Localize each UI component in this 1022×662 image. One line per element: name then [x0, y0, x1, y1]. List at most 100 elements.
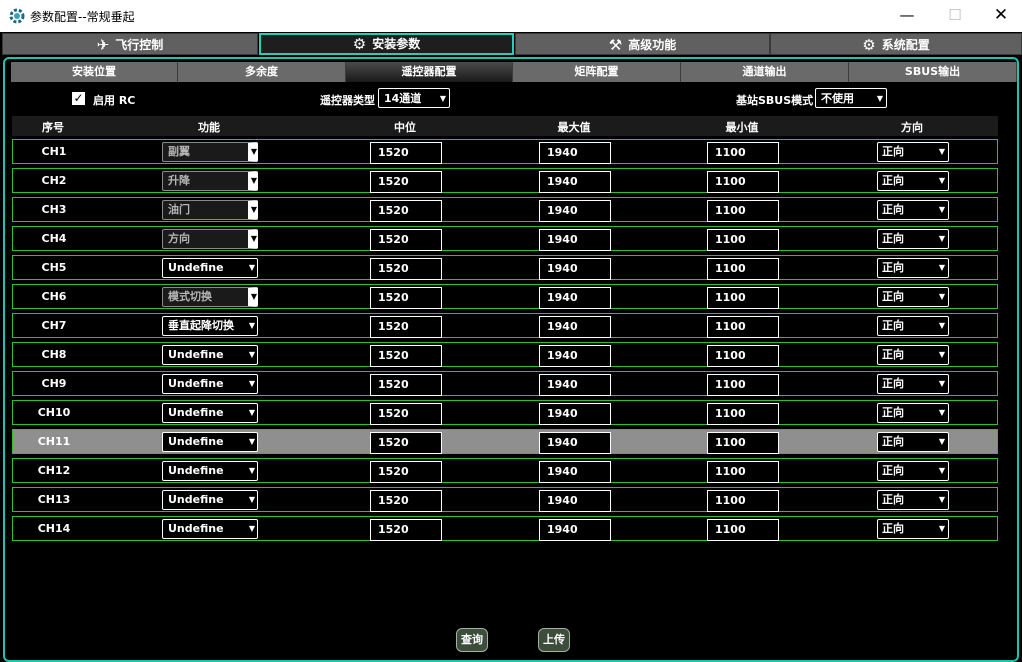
- function-select[interactable]: Undefine ▼: [162, 432, 258, 452]
- direction-select[interactable]: 正向 ▼: [877, 461, 949, 481]
- tab-system-config[interactable]: ⚙ 系统配置: [770, 33, 1022, 55]
- max-input[interactable]: 1940: [539, 142, 611, 164]
- table-row[interactable]: CH3 油门 ▼ 1520 1940 1100 正向 ▼: [12, 197, 998, 222]
- direction-select[interactable]: 正向 ▼: [877, 142, 949, 162]
- mid-input[interactable]: 1520: [370, 403, 442, 425]
- direction-select[interactable]: 正向 ▼: [877, 258, 949, 278]
- mid-input[interactable]: 1520: [370, 287, 442, 309]
- mid-input[interactable]: 1520: [370, 345, 442, 367]
- function-select[interactable]: Undefine ▼: [162, 345, 258, 365]
- minimize-button[interactable]: —: [884, 0, 930, 32]
- mid-input[interactable]: 1520: [370, 519, 442, 541]
- direction-select[interactable]: 正向 ▼: [877, 229, 949, 249]
- tab-advanced[interactable]: ⚒ 高级功能: [515, 33, 770, 55]
- min-input[interactable]: 1100: [707, 287, 779, 309]
- max-input[interactable]: 1940: [539, 403, 611, 425]
- direction-select[interactable]: 正向 ▼: [877, 403, 949, 423]
- table-row[interactable]: CH7 垂直起降切换 ▼ 1520 1940 1100 正向 ▼: [12, 313, 998, 338]
- function-select[interactable]: Undefine ▼: [162, 490, 258, 510]
- mid-input[interactable]: 1520: [370, 461, 442, 483]
- function-select[interactable]: 副翼 ▼: [162, 142, 258, 162]
- min-input[interactable]: 1100: [707, 258, 779, 280]
- max-input[interactable]: 1940: [539, 345, 611, 367]
- subtab-matrix-config[interactable]: 矩阵配置: [513, 62, 681, 82]
- query-button[interactable]: 查询: [456, 628, 488, 652]
- rc-type-select[interactable]: 14通道 ▼: [378, 88, 450, 108]
- min-input[interactable]: 1100: [707, 171, 779, 193]
- table-row[interactable]: CH13 Undefine ▼ 1520 1940 1100 正向 ▼: [12, 487, 998, 512]
- mid-input[interactable]: 1520: [370, 171, 442, 193]
- table-row[interactable]: CH2 升降 ▼ 1520 1940 1100 正向 ▼: [12, 168, 998, 193]
- direction-select[interactable]: 正向 ▼: [877, 519, 949, 539]
- direction-select[interactable]: 正向 ▼: [877, 200, 949, 220]
- function-select[interactable]: Undefine ▼: [162, 519, 258, 539]
- function-select[interactable]: 油门 ▼: [162, 200, 258, 220]
- max-input[interactable]: 1940: [539, 287, 611, 309]
- mid-input[interactable]: 1520: [370, 142, 442, 164]
- min-input[interactable]: 1100: [707, 345, 779, 367]
- min-input[interactable]: 1100: [707, 403, 779, 425]
- mid-input[interactable]: 1520: [370, 200, 442, 222]
- direction-select[interactable]: 正向 ▼: [877, 490, 949, 510]
- max-input[interactable]: 1940: [539, 374, 611, 396]
- table-row[interactable]: CH5 Undefine ▼ 1520 1940 1100 正向 ▼: [12, 255, 998, 280]
- table-row[interactable]: CH9 Undefine ▼ 1520 1940 1100 正向 ▼: [12, 371, 998, 396]
- min-input[interactable]: 1100: [707, 490, 779, 512]
- mid-input[interactable]: 1520: [370, 229, 442, 251]
- max-input[interactable]: 1940: [539, 200, 611, 222]
- table-row[interactable]: CH11 Undefine ▼ 1520 1940 1100 正向 ▼: [12, 429, 998, 454]
- max-input[interactable]: 1940: [539, 316, 611, 338]
- max-input[interactable]: 1940: [539, 171, 611, 193]
- table-row[interactable]: CH10 Undefine ▼ 1520 1940 1100 正向 ▼: [12, 400, 998, 425]
- direction-select[interactable]: 正向 ▼: [877, 345, 949, 365]
- tab-install-params[interactable]: ⚙ 安装参数: [259, 33, 514, 55]
- function-select[interactable]: Undefine ▼: [162, 403, 258, 423]
- table-row[interactable]: CH8 Undefine ▼ 1520 1940 1100 正向 ▼: [12, 342, 998, 367]
- min-input[interactable]: 1100: [707, 374, 779, 396]
- max-input[interactable]: 1940: [539, 432, 611, 454]
- table-row[interactable]: CH6 模式切换 ▼ 1520 1940 1100 正向 ▼: [12, 284, 998, 309]
- table-row[interactable]: CH14 Undefine ▼ 1520 1940 1100 正向 ▼: [12, 516, 998, 541]
- table-row[interactable]: CH4 方向 ▼ 1520 1940 1100 正向 ▼: [12, 226, 998, 251]
- direction-select[interactable]: 正向 ▼: [877, 171, 949, 191]
- mid-input[interactable]: 1520: [370, 432, 442, 454]
- sbus-mode-select[interactable]: 不使用 ▼: [815, 88, 887, 108]
- subtab-install-position[interactable]: 安装位置: [11, 62, 178, 82]
- subtab-rc-config[interactable]: 遥控器配置: [346, 62, 513, 82]
- mid-input[interactable]: 1520: [370, 316, 442, 338]
- subtab-channel-output[interactable]: 通道输出: [681, 62, 849, 82]
- function-select[interactable]: Undefine ▼: [162, 258, 258, 278]
- table-row[interactable]: CH12 Undefine ▼ 1520 1940 1100 正向 ▼: [12, 458, 998, 483]
- subtab-redundancy[interactable]: 多余度: [178, 62, 346, 82]
- min-input[interactable]: 1100: [707, 519, 779, 541]
- function-select[interactable]: 垂直起降切换 ▼: [162, 316, 258, 336]
- function-select[interactable]: Undefine ▼: [162, 461, 258, 481]
- function-select[interactable]: Undefine ▼: [162, 374, 258, 394]
- enable-rc-checkbox[interactable]: ✓: [72, 92, 85, 105]
- subtab-sbus-output[interactable]: SBUS输出: [849, 62, 1017, 82]
- function-select[interactable]: 方向 ▼: [162, 229, 258, 249]
- min-input[interactable]: 1100: [707, 316, 779, 338]
- min-input[interactable]: 1100: [707, 461, 779, 483]
- max-input[interactable]: 1940: [539, 229, 611, 251]
- upload-button[interactable]: 上传: [538, 628, 570, 652]
- min-input[interactable]: 1100: [707, 142, 779, 164]
- min-input[interactable]: 1100: [707, 229, 779, 251]
- max-input[interactable]: 1940: [539, 519, 611, 541]
- max-input[interactable]: 1940: [539, 461, 611, 483]
- maximize-button[interactable]: ☐: [932, 0, 978, 32]
- min-input[interactable]: 1100: [707, 200, 779, 222]
- direction-select[interactable]: 正向 ▼: [877, 374, 949, 394]
- direction-select[interactable]: 正向 ▼: [877, 287, 949, 307]
- max-input[interactable]: 1940: [539, 258, 611, 280]
- mid-input[interactable]: 1520: [370, 258, 442, 280]
- tab-flight-control[interactable]: ✈ 飞行控制: [2, 33, 258, 55]
- max-input[interactable]: 1940: [539, 490, 611, 512]
- table-row[interactable]: CH1 副翼 ▼ 1520 1940 1100 正向 ▼: [12, 139, 998, 164]
- function-select[interactable]: 模式切换 ▼: [162, 287, 258, 307]
- function-select[interactable]: 升降 ▼: [162, 171, 258, 191]
- close-button[interactable]: ✕: [978, 0, 1022, 32]
- mid-input[interactable]: 1520: [370, 374, 442, 396]
- direction-select[interactable]: 正向 ▼: [877, 316, 949, 336]
- min-input[interactable]: 1100: [707, 432, 779, 454]
